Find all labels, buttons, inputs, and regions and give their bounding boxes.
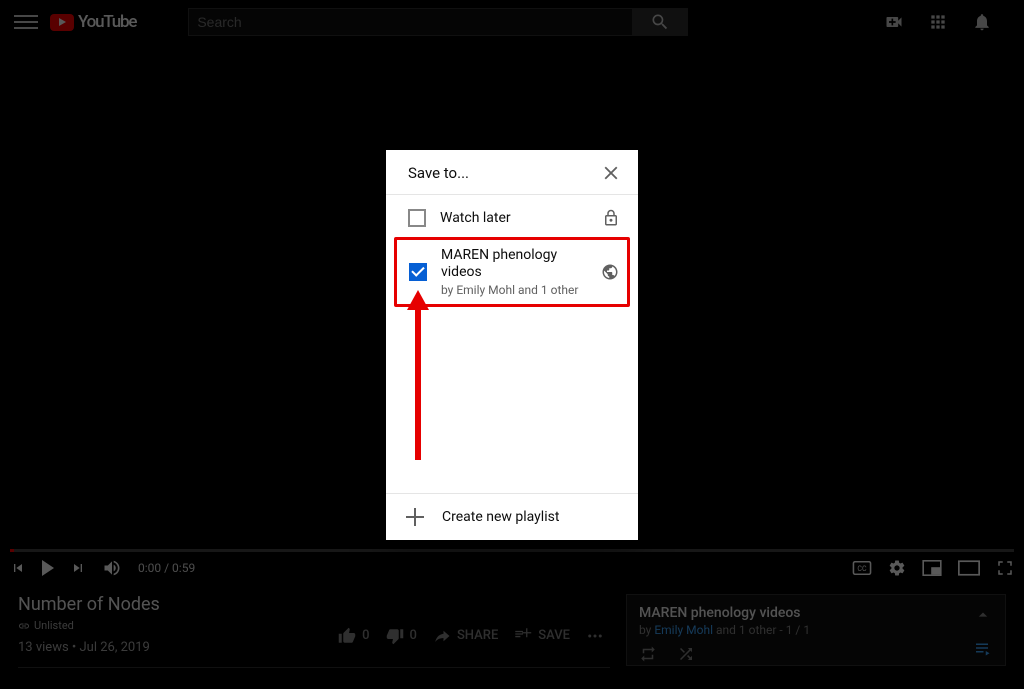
plus-icon <box>406 508 424 526</box>
playlist-row-maren[interactable]: MAREN phenology videos by Emily Mohl and… <box>394 237 630 307</box>
next-icon[interactable] <box>70 560 86 576</box>
search-box <box>188 8 688 36</box>
settings-icon[interactable] <box>888 559 906 577</box>
share-icon <box>433 627 451 645</box>
annotation-arrow <box>411 290 425 460</box>
dialog-header: Save to... <box>386 150 638 195</box>
brand-text: YouTube <box>78 12 136 32</box>
playlist-row-watch-later[interactable]: Watch later <box>386 199 638 237</box>
fullscreen-icon[interactable] <box>996 559 1014 577</box>
playlist-row-subtitle: by Emily Mohl and 1 other <box>441 283 587 297</box>
view-stats: 13 views • Jul 26, 2019 <box>18 640 150 655</box>
video-info: Number of Nodes Unlisted 13 views • Jul … <box>0 584 1024 678</box>
playlist-author-link[interactable]: Emily Mohl <box>654 623 713 637</box>
header-actions <box>884 12 1010 32</box>
play-icon[interactable] <box>42 560 54 576</box>
globe-icon <box>601 263 619 281</box>
time-display: 0:00 / 0:59 <box>138 561 195 575</box>
player-controls: 0:00 / 0:59 CC <box>0 552 1024 584</box>
miniplayer-icon[interactable] <box>922 560 942 576</box>
link-icon <box>18 620 30 632</box>
create-playlist-label: Create new playlist <box>442 509 559 525</box>
checkbox-checked[interactable] <box>409 263 427 281</box>
cc-icon[interactable]: CC <box>852 561 872 575</box>
thumb-down-icon <box>386 627 404 645</box>
search-icon <box>650 12 670 32</box>
dislike-button[interactable]: 0 <box>386 627 417 645</box>
masthead: YouTube <box>0 0 1024 44</box>
dialog-title: Save to... <box>408 164 469 182</box>
playlist-subtitle: by Emily Mohl and 1 other - 1 / 1 <box>639 623 993 637</box>
playlist-add-icon <box>514 627 532 645</box>
youtube-logo[interactable]: YouTube <box>50 12 136 32</box>
playlist-row-label: MAREN phenology videos <box>441 247 587 281</box>
search-button[interactable] <box>632 8 687 36</box>
previous-icon[interactable] <box>10 560 26 576</box>
playlist-title: MAREN phenology videos <box>639 605 993 621</box>
create-playlist-button[interactable]: Create new playlist <box>386 493 638 540</box>
thumb-up-icon <box>338 627 356 645</box>
checkbox-unchecked[interactable] <box>408 209 426 227</box>
bell-icon[interactable] <box>972 12 992 32</box>
playlist-panel[interactable]: MAREN phenology videos by Emily Mohl and… <box>626 594 1006 666</box>
volume-icon[interactable] <box>102 558 122 578</box>
lock-icon <box>602 209 620 227</box>
search-input[interactable] <box>189 14 632 30</box>
share-button[interactable]: SHARE <box>433 627 498 645</box>
video-camera-icon[interactable] <box>884 12 904 32</box>
more-button[interactable] <box>586 627 604 645</box>
loop-icon[interactable] <box>639 645 657 663</box>
playlist-queue-icon[interactable] <box>971 639 993 657</box>
play-icon <box>50 14 74 31</box>
svg-text:CC: CC <box>857 565 867 573</box>
shuffle-icon[interactable] <box>677 645 695 663</box>
like-button[interactable]: 0 <box>338 627 369 645</box>
dots-icon <box>586 627 604 645</box>
save-button[interactable]: SAVE <box>514 627 570 645</box>
chevron-up-icon[interactable] <box>973 605 993 625</box>
close-icon[interactable] <box>600 162 622 184</box>
theater-icon[interactable] <box>958 560 980 576</box>
playlist-row-label: Watch later <box>440 210 588 227</box>
menu-icon[interactable] <box>14 10 38 34</box>
video-title: Number of Nodes <box>18 594 610 615</box>
apps-icon[interactable] <box>928 12 948 32</box>
